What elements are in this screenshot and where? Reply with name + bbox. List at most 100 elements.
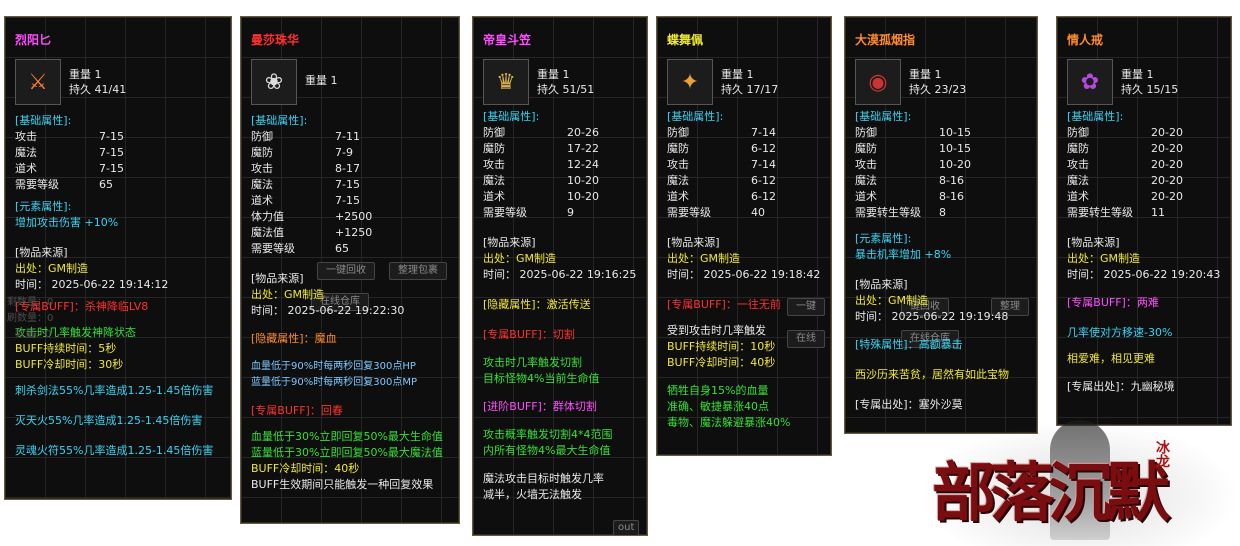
- source-origin: 出处：GM制造: [1067, 252, 1141, 265]
- stat-row: 魔法 20-20: [1067, 173, 1225, 189]
- base-attr-header: [基础属性]:: [483, 110, 540, 123]
- exclusive-buff: [专属BUFF]：回春: [251, 404, 343, 417]
- stat-row: 攻击 8-17: [251, 161, 453, 177]
- stat-value: 8-16: [939, 190, 964, 203]
- stat-label: 魔防: [855, 142, 877, 155]
- buff-duration: BUFF持续时间：5秒: [15, 342, 117, 355]
- stat-label: 魔法值: [251, 226, 284, 239]
- item-title: 帝皇斗笠: [483, 33, 532, 47]
- stat-row: 需要等级 65: [251, 241, 453, 257]
- stat-label: 魔法: [251, 178, 273, 191]
- item-title: 烈阳匕: [15, 33, 52, 47]
- buff-cooldown: BUFF冷却时间：30秒: [15, 358, 124, 371]
- stat-label: 道术: [251, 194, 273, 207]
- item-title: 曼莎珠华: [251, 33, 300, 47]
- stat-row: 魔防 6-12: [667, 141, 825, 157]
- stat-value: 40: [751, 206, 765, 219]
- buff-note: BUFF生效期间只能触发一种回复效果: [251, 478, 434, 491]
- stat-label: 需要等级: [667, 206, 711, 219]
- special-attr: [特殊属性]：高额暴击: [855, 338, 963, 351]
- source-origin: 出处：GM制造: [855, 294, 929, 307]
- buff-cooldown: BUFF冷却时间：40秒: [251, 462, 360, 475]
- flavor-text: 西沙历来苦贫，居然有如此宝物: [855, 368, 1009, 381]
- buff-effect: 牺牲自身15%的血量: [667, 384, 769, 397]
- stat-label: 攻击: [15, 130, 37, 143]
- stat-row: 需要等级 40: [667, 205, 825, 221]
- stat-value: 20-20: [1151, 142, 1183, 155]
- source-origin: 出处：GM制造: [483, 252, 557, 265]
- ghost-text: 剩数量：0: [7, 297, 54, 308]
- stat-value: 20-20: [1151, 158, 1183, 171]
- stat-label: 道术: [667, 190, 689, 203]
- stat-row: 需要转生等级 11: [1067, 205, 1225, 221]
- stat-value: 7-15: [99, 146, 124, 159]
- source-header: [物品来源]: [1067, 236, 1120, 249]
- stat-row: 道术 8-16: [855, 189, 1031, 205]
- stat-value: 10-15: [939, 126, 971, 139]
- stat-row: 需要转生等级 8: [855, 205, 1031, 221]
- stat-label: 攻击: [855, 158, 877, 171]
- stat-value: 20-26: [567, 126, 599, 139]
- buff-desc: 内所有怪物4%最大生命值: [483, 444, 611, 457]
- base-attr-header: [基础属性]:: [251, 114, 308, 127]
- buff-effect: 准确、敏捷暴涨40点: [667, 400, 769, 413]
- stat-label: 魔防: [251, 146, 273, 159]
- stat-label: 防御: [855, 126, 877, 139]
- stat-label: 需要等级: [15, 178, 59, 191]
- stat-row: 防御 7-14: [667, 125, 825, 141]
- item-durability: 持久 23/23: [909, 83, 967, 96]
- item-tooltip-panel: 情人戒 ✿ 重量 1 持久 15/15 [基础属性]: 防御 20-20 魔防 20-…: [1056, 16, 1232, 426]
- flower-ring-icon: ✿: [1067, 59, 1113, 105]
- rose-icon: ❀: [251, 59, 297, 105]
- buff-effect: 毒物、魔法躲避暴涨40%: [667, 416, 791, 429]
- stat-value: 10-20: [567, 190, 599, 203]
- source-time: 时间： 2025-06-22 19:16:25: [483, 268, 637, 281]
- source-header: [物品来源]: [15, 246, 68, 259]
- stat-row: 体力值 +2500: [251, 209, 453, 225]
- item-durability: 持久 51/51: [537, 83, 595, 96]
- stat-value: 7-15: [99, 162, 124, 175]
- dagger-icon: ⚔: [15, 59, 61, 105]
- stat-row: 攻击 20-20: [1067, 157, 1225, 173]
- hidden-attr: [隐藏属性]：激活传送: [483, 298, 591, 311]
- stat-value: 12-24: [567, 158, 599, 171]
- stat-value: 9: [567, 206, 574, 219]
- hat-icon: ♛: [483, 59, 529, 105]
- buff-desc: 攻击概率触发切割4*4范围: [483, 428, 613, 441]
- stat-value: 7-9: [335, 146, 353, 159]
- hidden-attr: [隐藏属性]：魔血: [251, 332, 337, 345]
- stat-value: 20-20: [1151, 174, 1183, 187]
- item-weight: 重量 1: [1121, 68, 1154, 81]
- stat-row: 魔防 17-22: [483, 141, 641, 157]
- stat-row: 防御 10-15: [855, 125, 1031, 141]
- stat-label: 道术: [1067, 190, 1089, 203]
- item-durability: 持久 15/15: [1121, 83, 1179, 96]
- item-weight: 重量 1: [69, 68, 102, 81]
- buff-desc: 受到攻击时几率触发: [667, 324, 766, 337]
- buff-note: 减半，火墙无法触发: [483, 488, 582, 501]
- butterfly-icon: ✦: [667, 59, 713, 105]
- stat-label: 攻击: [251, 162, 273, 175]
- logout-button[interactable]: out: [613, 520, 640, 535]
- stat-row: 道术 10-20: [483, 189, 641, 205]
- stat-label: 道术: [855, 190, 877, 203]
- element-attr: 增加攻击伤害 +10%: [15, 216, 119, 229]
- stat-label: 攻击: [483, 158, 505, 171]
- stat-value: 10-20: [939, 158, 971, 171]
- buff-desc: 目标怪物4%当前生命值: [483, 372, 600, 385]
- stat-row: 魔法值 +1250: [251, 225, 453, 241]
- stat-row: 道术 20-20: [1067, 189, 1225, 205]
- stat-label: 需要转生等级: [855, 206, 921, 219]
- stat-label: 需要等级: [483, 206, 527, 219]
- stat-row: 攻击 10-20: [855, 157, 1031, 173]
- stat-row: 防御 20-26: [483, 125, 641, 141]
- item-durability: 持久 17/17: [721, 83, 779, 96]
- skill-bonus: 灵魂火符55%几率造成1.25-1.45倍伤害: [15, 444, 214, 457]
- stat-row: 攻击 12-24: [483, 157, 641, 173]
- stat-row: 魔防 20-20: [1067, 141, 1225, 157]
- stat-row: 魔法 6-12: [667, 173, 825, 189]
- stat-row: 魔法 7-15: [15, 145, 225, 161]
- advanced-buff: [进阶BUFF]：群体切割: [483, 400, 597, 413]
- stat-value: 7-14: [751, 158, 776, 171]
- item-durability: 持久 41/41: [69, 83, 127, 96]
